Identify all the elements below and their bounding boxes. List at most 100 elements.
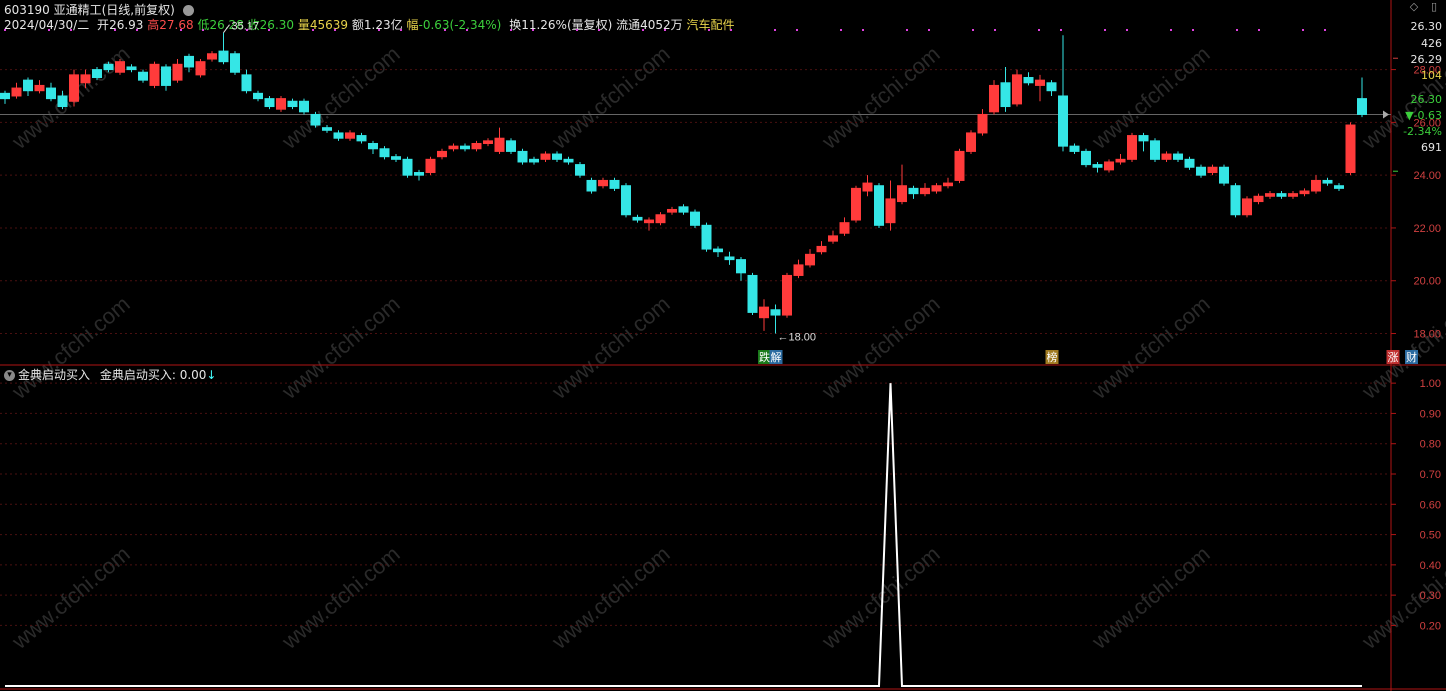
- candle-body[interactable]: [655, 214, 666, 224]
- candle-body[interactable]: [1299, 190, 1310, 195]
- candle-body[interactable]: [1334, 185, 1344, 189]
- candle-body[interactable]: [931, 185, 942, 192]
- candle-body[interactable]: [828, 235, 838, 242]
- candle-body[interactable]: [414, 172, 424, 176]
- candle-body[interactable]: [46, 87, 56, 100]
- candle-body[interactable]: [80, 74, 91, 84]
- candle-body[interactable]: [218, 50, 229, 63]
- candle-body[interactable]: [598, 179, 608, 187]
- candle-body[interactable]: [241, 74, 252, 92]
- candle-body[interactable]: [563, 158, 574, 163]
- candle-body[interactable]: [724, 256, 735, 261]
- candle-body[interactable]: [759, 306, 769, 319]
- candle-body[interactable]: [839, 222, 850, 234]
- candle-body[interactable]: [1127, 135, 1137, 160]
- candle-body[interactable]: [943, 182, 953, 187]
- candle-body[interactable]: [184, 55, 194, 68]
- candle-body[interactable]: [345, 132, 355, 139]
- chart-canvas[interactable]: www.cfchi.com www.cfchi.com www.cfchi.com w…: [0, 0, 1446, 691]
- candle-body[interactable]: [1035, 79, 1045, 86]
- candle-body[interactable]: [644, 219, 654, 224]
- candle-body[interactable]: [793, 264, 804, 276]
- candle-body[interactable]: [115, 61, 125, 73]
- candle-body[interactable]: [1012, 74, 1022, 105]
- candle-body[interactable]: [138, 71, 148, 81]
- candle-body[interactable]: [954, 150, 965, 181]
- candle-body[interactable]: [276, 98, 286, 110]
- candle-body[interactable]: [379, 148, 390, 158]
- candle-body[interactable]: [161, 66, 171, 86]
- candle-body[interactable]: [69, 74, 79, 102]
- candle-body[interactable]: [34, 84, 45, 92]
- candle-body[interactable]: [874, 185, 884, 226]
- candle-body[interactable]: [609, 179, 620, 189]
- event-tag-label[interactable]: 涨: [1388, 351, 1399, 364]
- candle-body[interactable]: [1081, 150, 1091, 166]
- candle-body[interactable]: [862, 182, 873, 192]
- candle-body[interactable]: [1092, 164, 1103, 168]
- candle-body[interactable]: [713, 248, 723, 253]
- candle-body[interactable]: [1184, 158, 1195, 168]
- candle-body[interactable]: [1357, 98, 1367, 115]
- candle-body[interactable]: [1219, 166, 1229, 184]
- candle-body[interactable]: [149, 63, 160, 86]
- candle-body[interactable]: [1138, 135, 1149, 142]
- candle-body[interactable]: [575, 164, 585, 176]
- candle-body[interactable]: [1253, 195, 1264, 203]
- collapse-icon[interactable]: ▾: [4, 370, 15, 381]
- candle-body[interactable]: [471, 142, 482, 150]
- candle-body[interactable]: [782, 274, 792, 316]
- candle-body[interactable]: [586, 179, 597, 192]
- event-tag-label[interactable]: 解: [771, 350, 782, 364]
- candle-body[interactable]: [483, 140, 493, 144]
- candle-body[interactable]: [333, 132, 344, 139]
- candle-body[interactable]: [1196, 166, 1206, 176]
- candle-body[interactable]: [310, 113, 321, 126]
- candle-body[interactable]: [1276, 193, 1287, 197]
- candle-body[interactable]: [966, 132, 976, 152]
- event-tag-label[interactable]: 跌: [759, 350, 770, 364]
- candle-body[interactable]: [770, 309, 781, 316]
- candle-body[interactable]: [885, 198, 896, 224]
- candle-body[interactable]: [816, 245, 827, 253]
- candle-body[interactable]: [92, 69, 102, 79]
- candle-body[interactable]: [1046, 82, 1057, 92]
- candle-body[interactable]: [448, 145, 459, 150]
- candle-body[interactable]: [1322, 179, 1333, 184]
- candle-body[interactable]: [667, 208, 677, 213]
- candle-body[interactable]: [402, 158, 413, 176]
- candle-body[interactable]: [322, 127, 332, 131]
- candle-body[interactable]: [126, 66, 137, 71]
- candle-body[interactable]: [253, 92, 263, 100]
- candle-body[interactable]: [1345, 124, 1356, 174]
- candle-body[interactable]: [437, 150, 447, 158]
- candle-body[interactable]: [11, 87, 22, 97]
- candle-body[interactable]: [494, 137, 505, 152]
- candle-body[interactable]: [368, 142, 378, 150]
- candle-body[interactable]: [621, 185, 631, 216]
- candle-body[interactable]: [391, 156, 401, 160]
- candle-body[interactable]: [264, 98, 275, 108]
- candle-body[interactable]: [207, 53, 217, 60]
- candle-body[interactable]: [851, 187, 861, 221]
- candle-body[interactable]: [540, 153, 551, 160]
- candle-body[interactable]: [1069, 145, 1080, 152]
- candle-body[interactable]: [747, 274, 758, 313]
- candle-body[interactable]: [529, 158, 539, 163]
- candle-body[interactable]: [1023, 77, 1034, 84]
- candle-body[interactable]: [1265, 193, 1275, 197]
- candle-body[interactable]: [1115, 158, 1126, 163]
- candle-body[interactable]: [1150, 140, 1160, 160]
- candle-body[interactable]: [299, 100, 309, 113]
- candle-body[interactable]: [977, 113, 988, 134]
- candle-body[interactable]: [103, 63, 114, 71]
- candle-body[interactable]: [506, 140, 516, 152]
- candle-body[interactable]: [230, 53, 240, 73]
- candle-body[interactable]: [1000, 82, 1011, 108]
- candle-body[interactable]: [805, 253, 815, 266]
- candle-body[interactable]: [1161, 153, 1172, 160]
- candle-body[interactable]: [460, 145, 470, 150]
- candle-body[interactable]: [356, 135, 367, 142]
- candle-body[interactable]: [1058, 95, 1068, 147]
- candle-body[interactable]: [701, 224, 712, 250]
